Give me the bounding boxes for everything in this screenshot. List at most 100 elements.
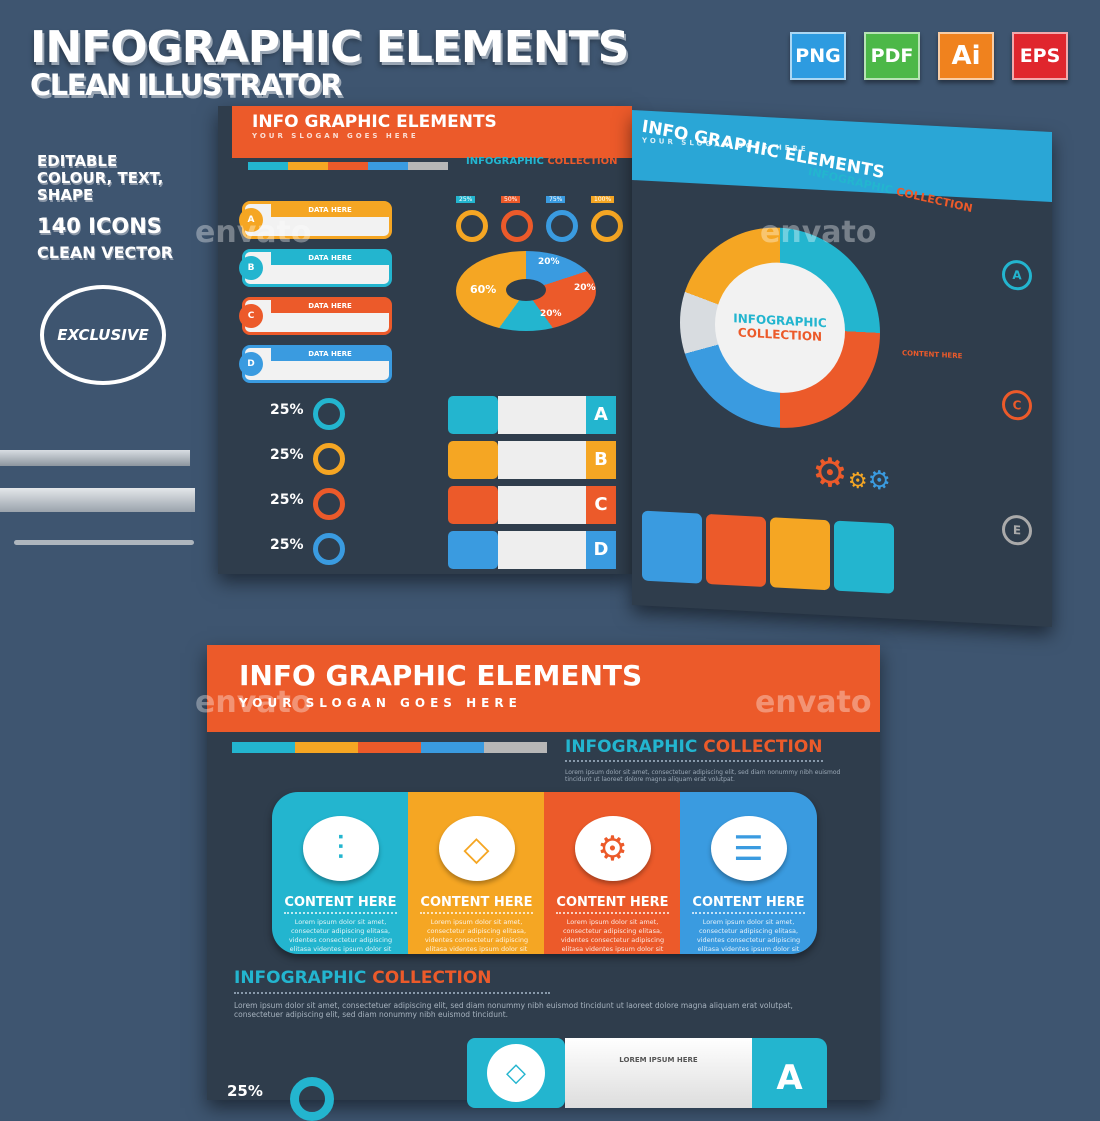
- poster-collection-heading: INFOGRAPHIC COLLECTION: [565, 737, 823, 762]
- ring-icon: [313, 443, 345, 475]
- content-column: ⚙ CONTENT HERE Lorem ipsum dolor sit ame…: [544, 792, 681, 954]
- caliper-image: [0, 450, 190, 466]
- pie-label: 20%: [574, 283, 596, 293]
- ring-icon: [313, 398, 345, 430]
- exclusive-label: EXCLUSIVE: [57, 326, 149, 344]
- content-column: ⫶ CONTENT HERE Lorem ipsum dolor sit ame…: [272, 792, 409, 954]
- column-text: Lorem ipsum dolor sit amet, consectetur …: [696, 918, 801, 953]
- gears-icon: ⚙⚙⚙: [812, 449, 891, 498]
- database-icon: ☰: [710, 816, 787, 881]
- left-page-title: INFO GRAPHIC ELEMENTS: [252, 112, 497, 132]
- tab-letter: A: [586, 396, 616, 434]
- column-text: Lorem ipsum dolor sit amet, consectetur …: [424, 918, 529, 953]
- content-column: ◇ CONTENT HERE Lorem ipsum dolor sit ame…: [408, 792, 545, 954]
- data-item: C DATA HERE: [239, 297, 392, 335]
- ring-icon: [313, 533, 345, 565]
- feature-line: SHAPE: [37, 186, 94, 204]
- left-page-header: INFO GRAPHIC ELEMENTS YOUR SLOGAN GOES H…: [232, 106, 632, 158]
- main-title: INFOGRAPHIC ELEMENTS: [30, 22, 629, 73]
- puzzle-ring: INFOGRAPHIC COLLECTION: [680, 222, 880, 433]
- feature-icons: 140 ICONS: [37, 214, 162, 238]
- book-right-page: INFO GRAPHIC ELEMENTS YOUR SLOGAN GOES H…: [632, 110, 1052, 628]
- main-subtitle: CLEAN ILLUSTRATOR: [30, 68, 343, 102]
- data-item-label: DATA HERE: [271, 300, 389, 313]
- watermark: envato: [195, 685, 312, 720]
- side-marker: A: [1002, 259, 1032, 291]
- tab-letter: C: [586, 486, 616, 524]
- ring-icon: [313, 488, 345, 520]
- diamond-icon: ◇: [487, 1044, 545, 1102]
- feature-line: EDITABLE: [37, 152, 118, 170]
- tab-item: A: [448, 396, 616, 434]
- book-left-page: INFO GRAPHIC ELEMENTS YOUR SLOGAN GOES H…: [218, 106, 632, 574]
- data-item: B DATA HERE: [239, 249, 392, 287]
- watermark: envato: [195, 215, 312, 250]
- left-collection-heading: INFOGRAPHIC COLLECTION: [466, 156, 618, 167]
- side-marker: C: [1002, 389, 1032, 421]
- donut-chart: [591, 210, 623, 242]
- ring-icon: [290, 1077, 334, 1121]
- diamond-icon: ◇: [438, 816, 515, 881]
- column-text: Lorem ipsum dolor sit amet, consectetur …: [560, 918, 665, 953]
- poster-intro: Lorem ipsum dolor sit amet, consectetuer…: [565, 769, 841, 783]
- percent-label: 25%: [270, 447, 304, 463]
- right-page-title: INFO GRAPHIC ELEMENTS: [640, 116, 886, 184]
- donut-chart: [501, 210, 533, 242]
- side-marker: E: [1002, 514, 1032, 546]
- pdf-badge: PDF: [864, 32, 920, 80]
- gear-icon: ⚙: [574, 816, 651, 881]
- percent-label: 25%: [270, 537, 304, 553]
- donut-label: 100%: [591, 196, 615, 203]
- donut-label: 75%: [546, 196, 566, 203]
- column-text: Lorem ipsum dolor sit amet, consectetur …: [288, 918, 393, 953]
- features-editable: EDITABLE COLOUR, TEXT, SHAPE: [37, 153, 163, 204]
- tab-item: D: [448, 531, 616, 569]
- column-heading: CONTENT HERE: [692, 895, 805, 914]
- data-item-label: DATA HERE: [271, 348, 389, 361]
- png-badge: PNG: [790, 32, 846, 80]
- percent-label: 25%: [270, 492, 304, 508]
- tab-letter: B: [586, 441, 616, 479]
- list-item-a: ◇ LOREM IPSUM HERE A: [467, 1038, 827, 1108]
- item-percent: 25%: [227, 1082, 263, 1100]
- pie-label: 20%: [538, 257, 560, 267]
- feature-line: COLOUR, TEXT,: [37, 169, 164, 187]
- percent-label: 25%: [270, 402, 304, 418]
- content-label: CONTENT HERE: [902, 349, 963, 361]
- tab-item: B: [448, 441, 616, 479]
- pen-image: [14, 540, 194, 545]
- right-page-header: INFO GRAPHIC ELEMENTS YOUR SLOGAN GOES H…: [632, 110, 1052, 203]
- pie-chart-3d: 60% 20% 20% 20%: [456, 251, 596, 331]
- color-stripe: [232, 742, 547, 753]
- data-item-label: DATA HERE: [271, 252, 389, 265]
- pie-label: 20%: [540, 309, 562, 319]
- color-stripe: [248, 162, 448, 170]
- data-item: D DATA HERE: [239, 345, 392, 383]
- content-column: ☰ CONTENT HERE Lorem ipsum dolor sit ame…: [680, 792, 817, 954]
- donut-chart: [456, 210, 488, 242]
- puzzle-center: INFOGRAPHIC COLLECTION: [715, 259, 845, 397]
- column-heading: CONTENT HERE: [284, 895, 397, 914]
- tab-letter: D: [586, 531, 616, 569]
- data-item-letter: B: [239, 256, 263, 280]
- tab-item: C: [448, 486, 616, 524]
- pie-label: 60%: [470, 283, 497, 296]
- arrow-blocks: [642, 510, 894, 594]
- donut-chart: [546, 210, 578, 242]
- exclusive-seal: EXCLUSIVE: [40, 285, 166, 385]
- data-item-letter: C: [239, 304, 263, 328]
- watermark: envato: [760, 215, 877, 250]
- donut-label: 50%: [501, 196, 521, 203]
- item-heading: LOREM IPSUM HERE: [565, 1038, 752, 1108]
- item-letter: A: [752, 1038, 827, 1108]
- eps-badge: EPS: [1012, 32, 1068, 80]
- poster-collection-heading-2: INFOGRAPHIC COLLECTION: [234, 968, 550, 994]
- watermark: envato: [755, 685, 872, 720]
- column-heading: CONTENT HERE: [556, 895, 669, 914]
- content-columns: ⫶ CONTENT HERE Lorem ipsum dolor sit ame…: [272, 792, 817, 954]
- ai-badge: Ai: [938, 32, 994, 80]
- pie-hole: [506, 279, 546, 301]
- sliders-icon: ⫶: [302, 816, 379, 881]
- donut-label: 25%: [456, 196, 476, 203]
- data-item-letter: D: [239, 352, 263, 376]
